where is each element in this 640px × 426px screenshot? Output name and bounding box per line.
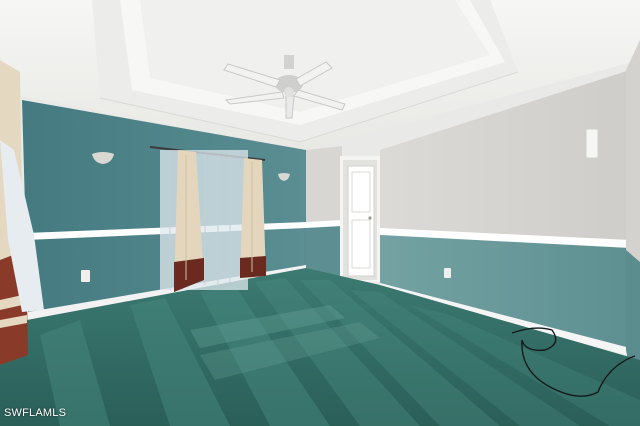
- bedroom-photo: [0, 0, 640, 426]
- window-curtains: [149, 146, 266, 292]
- doorway: [340, 156, 380, 282]
- watermark: SWFLAMLS: [4, 407, 67, 419]
- back-wall: [306, 146, 342, 278]
- thermostat-icon: [585, 128, 599, 159]
